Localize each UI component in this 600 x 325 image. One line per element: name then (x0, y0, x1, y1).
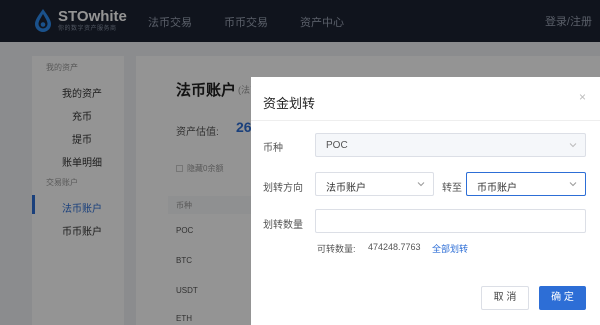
available-label: 可转数量: (317, 244, 356, 254)
dialog-divider (251, 120, 600, 121)
chevron-down-icon (417, 180, 425, 188)
to-account-value: 币币账户 (477, 183, 517, 194)
currency-value: POC (326, 140, 348, 151)
transfer-all-link[interactable]: 全部划转 (432, 242, 468, 255)
to-label: 转至 (442, 183, 462, 194)
chevron-down-icon (569, 180, 577, 188)
confirm-button[interactable]: 确 定 (539, 286, 586, 310)
currency-label: 币种 (263, 143, 283, 154)
transfer-dialog: 资金划转 × 币种 POC 划转方向 法币账户 转至 币币账户 划转数量 可转数… (251, 77, 600, 325)
direction-label: 划转方向 (263, 183, 303, 194)
amount-label: 划转数量 (263, 220, 303, 231)
amount-input[interactable] (315, 209, 586, 233)
to-account-select[interactable]: 币币账户 (466, 172, 586, 196)
cancel-button[interactable]: 取 消 (481, 286, 529, 310)
from-account-value: 法币账户 (326, 183, 366, 194)
available-value: 474248.7763 (368, 242, 421, 252)
dialog-title: 资金划转 (263, 96, 316, 111)
close-icon[interactable]: × (579, 90, 586, 104)
chevron-down-icon (569, 141, 577, 149)
from-account-select[interactable]: 法币账户 (315, 172, 434, 196)
currency-select[interactable]: POC (315, 133, 586, 157)
